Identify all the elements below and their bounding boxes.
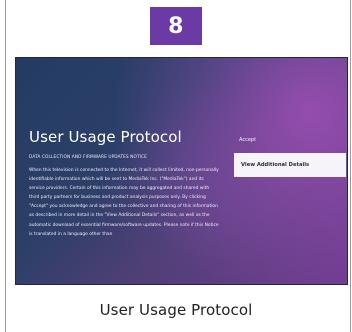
notice-heading: DATA COLLECTION AND FIRMWARE UPDATES NOT… xyxy=(29,155,147,160)
screen-title: User Usage Protocol xyxy=(29,128,182,146)
notice-body-text: When this television is connected to the… xyxy=(29,168,219,237)
right-border xyxy=(348,0,352,332)
accept-button[interactable]: Accept xyxy=(239,134,291,146)
left-border xyxy=(0,0,8,332)
view-additional-details-button[interactable]: View Additional Details xyxy=(234,153,346,177)
tutorial-page: 8 User Usage Protocol DATA COLLECTION AN… xyxy=(0,0,352,332)
step-number-badge: 8 xyxy=(150,7,202,45)
tv-user-usage-protocol-screen: User Usage Protocol DATA COLLECTION AND … xyxy=(15,57,348,285)
screenshot-caption: User Usage Protocol xyxy=(99,301,253,319)
